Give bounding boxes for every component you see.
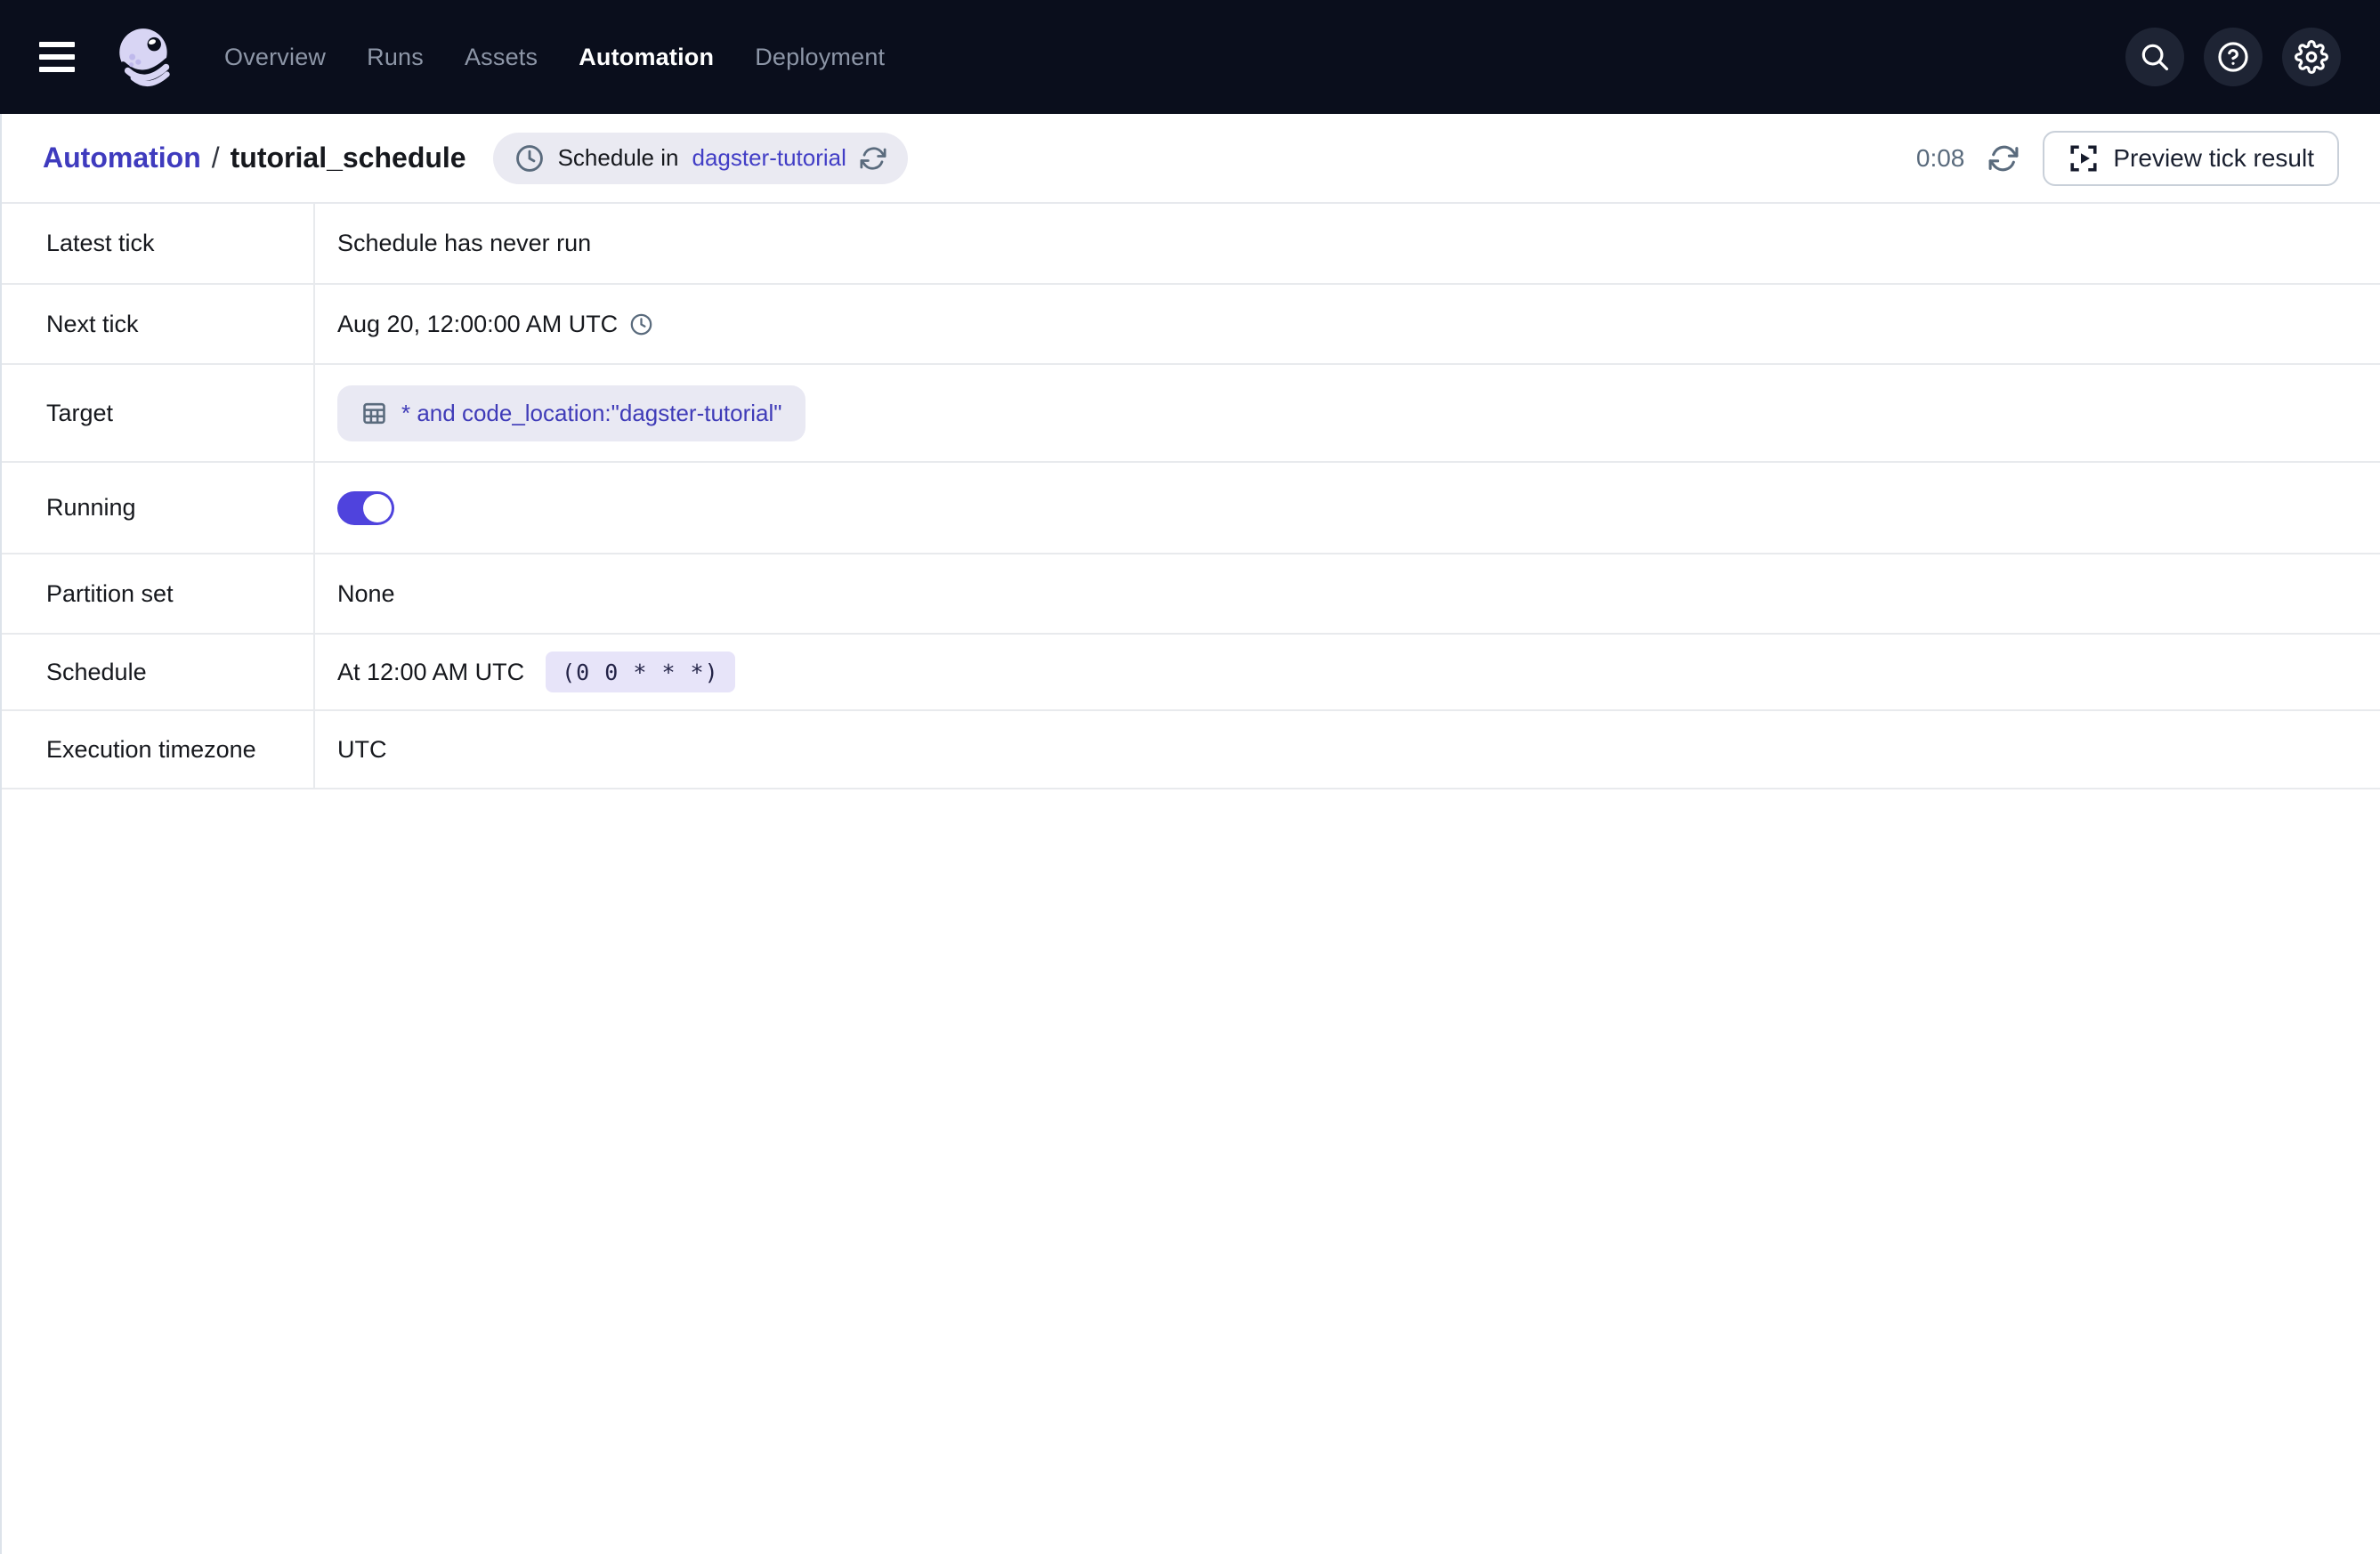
header-actions: 0:08 Preview tick result bbox=[1916, 131, 2339, 186]
tab-assets[interactable]: Assets bbox=[465, 44, 538, 71]
preview-play-icon bbox=[2068, 142, 2100, 174]
preview-button-label: Preview tick result bbox=[2113, 144, 2314, 173]
tab-runs[interactable]: Runs bbox=[367, 44, 424, 71]
nav-icon-group bbox=[2125, 28, 2341, 86]
top-nav: Overview Runs Assets Automation Deployme… bbox=[0, 0, 2380, 114]
help-icon[interactable] bbox=[2204, 28, 2263, 86]
latest-tick-label: Latest tick bbox=[2, 204, 315, 283]
schedule-location-badge: Schedule in dagster-tutorial bbox=[493, 133, 908, 184]
clock-icon bbox=[629, 312, 653, 336]
table-row: Schedule At 12:00 AM UTC (0 0 * * *) bbox=[2, 635, 2380, 711]
partition-set-value: None bbox=[315, 554, 2380, 633]
breadcrumb-automation-link[interactable]: Automation bbox=[43, 142, 201, 174]
target-label: Target bbox=[2, 365, 315, 461]
menu-icon[interactable] bbox=[39, 39, 82, 75]
settings-icon[interactable] bbox=[2282, 28, 2341, 86]
asset-selection-pill[interactable]: * and code_location:"dagster-tutorial" bbox=[337, 385, 805, 441]
next-tick-value: Aug 20, 12:00:00 AM UTC bbox=[315, 285, 2380, 363]
latest-tick-value: Schedule has never run bbox=[315, 204, 2380, 283]
table-row: Next tick Aug 20, 12:00:00 AM UTC bbox=[2, 285, 2380, 365]
preview-tick-result-button[interactable]: Preview tick result bbox=[2043, 131, 2339, 186]
schedule-label: Schedule bbox=[2, 635, 315, 709]
clock-icon bbox=[514, 143, 545, 174]
tab-deployment[interactable]: Deployment bbox=[755, 44, 885, 71]
asset-selection-icon bbox=[360, 400, 388, 427]
target-selection-text: * and code_location:"dagster-tutorial" bbox=[401, 400, 782, 427]
table-row: Running bbox=[2, 463, 2380, 554]
page-title: tutorial_schedule bbox=[231, 142, 466, 174]
table-row: Execution timezone UTC bbox=[2, 711, 2380, 789]
refresh-countdown: 0:08 bbox=[1916, 144, 1965, 173]
toggle-knob bbox=[363, 494, 392, 522]
schedule-details-table: Latest tick Schedule has never run Next … bbox=[2, 204, 2380, 789]
table-row: Latest tick Schedule has never run bbox=[2, 204, 2380, 285]
running-value bbox=[315, 463, 2380, 553]
page-content: Automation / tutorial_schedule Schedule … bbox=[0, 114, 2380, 1554]
search-icon[interactable] bbox=[2125, 28, 2184, 86]
dagster-logo-icon[interactable] bbox=[110, 22, 180, 92]
next-tick-label: Next tick bbox=[2, 285, 315, 363]
page-header: Automation / tutorial_schedule Schedule … bbox=[2, 114, 2380, 204]
tab-automation[interactable]: Automation bbox=[579, 44, 714, 71]
running-toggle[interactable] bbox=[337, 491, 394, 525]
table-row: Target * and code_location:"dagster-tuto… bbox=[2, 365, 2380, 463]
reload-location-icon[interactable] bbox=[860, 145, 886, 172]
table-row: Partition set None bbox=[2, 554, 2380, 635]
breadcrumb-separator: / bbox=[212, 142, 220, 174]
schedule-badge-label: Schedule in bbox=[558, 144, 679, 172]
code-location-link[interactable]: dagster-tutorial bbox=[692, 144, 846, 172]
execution-timezone-value: UTC bbox=[315, 711, 2380, 788]
execution-timezone-label: Execution timezone bbox=[2, 711, 315, 788]
partition-set-label: Partition set bbox=[2, 554, 315, 633]
target-value: * and code_location:"dagster-tutorial" bbox=[315, 365, 2380, 461]
schedule-value: At 12:00 AM UTC (0 0 * * *) bbox=[315, 635, 2380, 709]
nav-tabs: Overview Runs Assets Automation Deployme… bbox=[224, 44, 885, 71]
tab-overview[interactable]: Overview bbox=[224, 44, 326, 71]
running-label: Running bbox=[2, 463, 315, 553]
cron-expression-badge: (0 0 * * *) bbox=[546, 652, 735, 692]
breadcrumb: Automation / tutorial_schedule bbox=[43, 142, 466, 174]
refresh-icon[interactable] bbox=[1987, 142, 2020, 174]
